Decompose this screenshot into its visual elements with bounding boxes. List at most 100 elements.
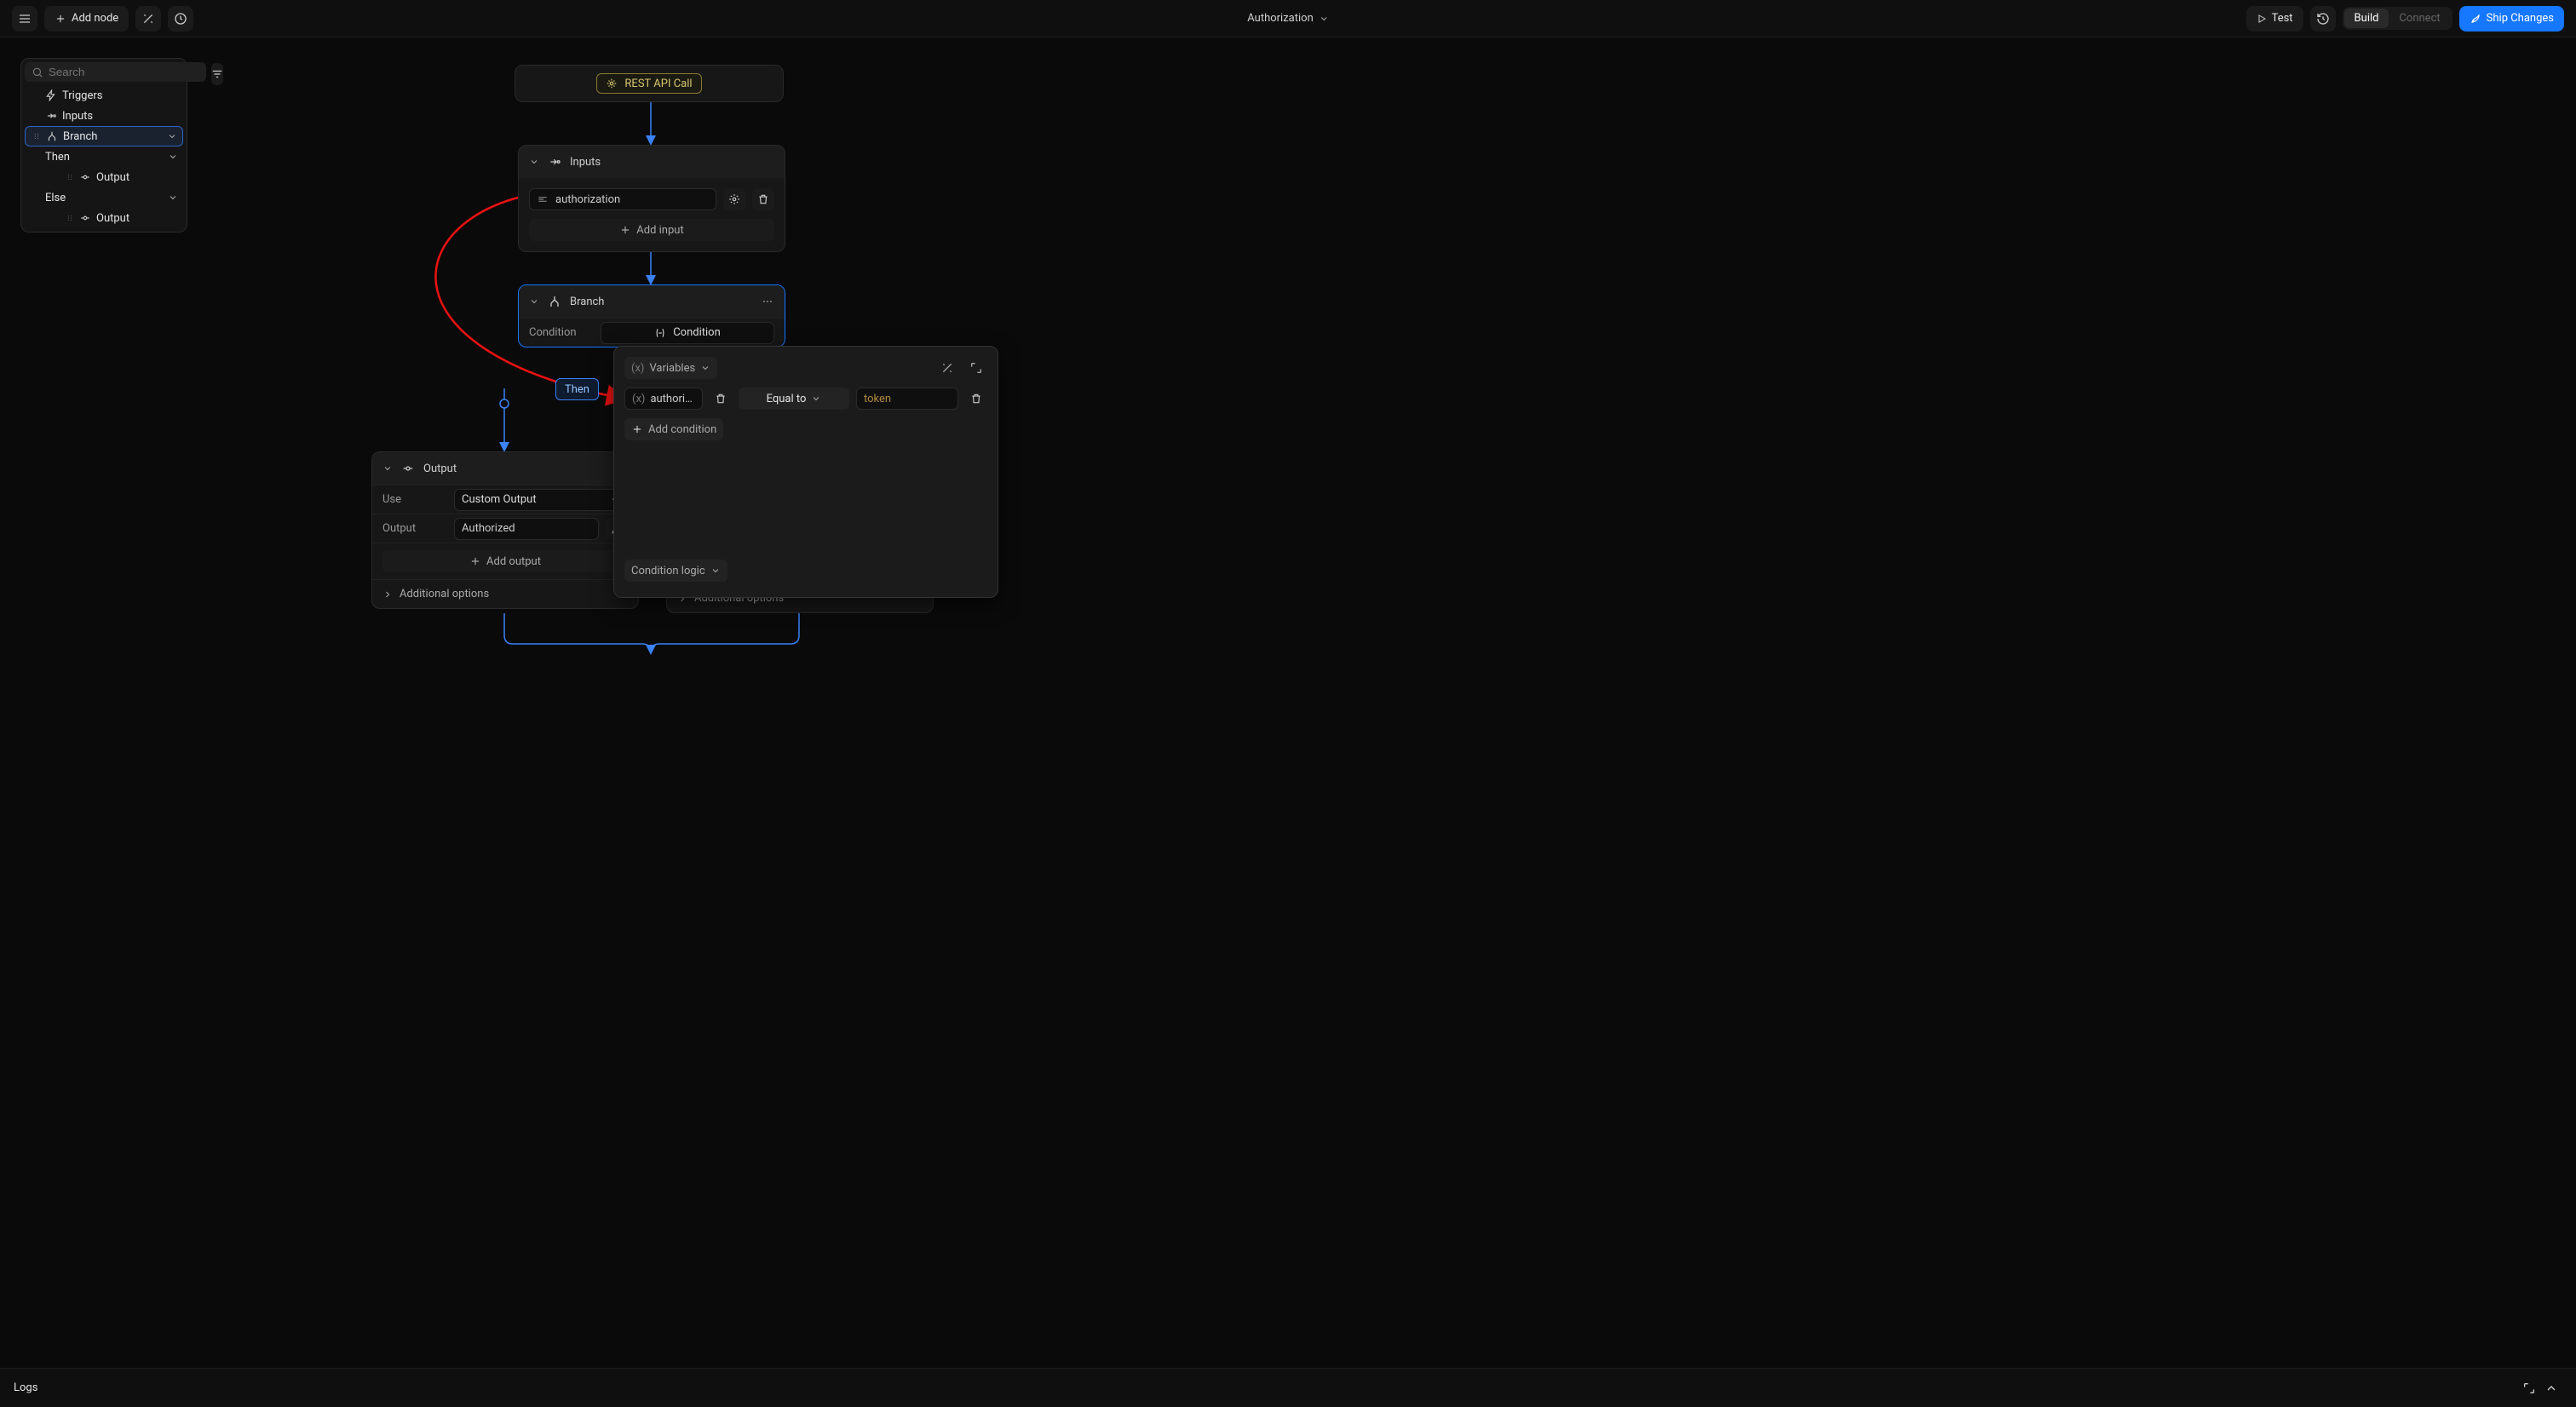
condition-variable-chip[interactable]: (x) authoriz… (624, 388, 703, 410)
output-title: Output (423, 462, 457, 475)
inputs-node[interactable]: Inputs authorization Add input (518, 145, 785, 252)
input-value: authorization (555, 193, 620, 206)
use-select[interactable]: Custom Output (454, 489, 628, 511)
branch-header[interactable]: Branch (519, 285, 785, 318)
trash-icon (757, 193, 769, 205)
additional-options-toggle[interactable]: Additional options (372, 579, 638, 608)
rocket-icon (2470, 13, 2481, 25)
popover-expand-button[interactable] (965, 357, 987, 379)
comment-button[interactable] (168, 6, 193, 32)
ship-changes-button[interactable]: Ship Changes (2459, 6, 2564, 32)
api-icon (606, 78, 618, 89)
additional-label: Additional options (400, 588, 489, 600)
chevron-down-icon (700, 363, 710, 373)
plus-icon (469, 555, 481, 567)
condition-label: Condition (519, 326, 601, 339)
condition-logic-label: Condition logic (631, 565, 705, 577)
operator-label: Equal to (767, 393, 807, 405)
expand-icon (969, 361, 983, 375)
output-value-row: Output Authorized (372, 514, 638, 543)
output-header[interactable]: Output (372, 452, 638, 485)
output-icon (401, 462, 415, 475)
branch-node[interactable]: Branch Condition Condition (518, 284, 785, 347)
output-value: Authorized (462, 522, 515, 535)
add-condition-label: Add condition (648, 423, 716, 436)
add-input-button[interactable]: Add input (529, 219, 774, 241)
play-icon (2257, 14, 2267, 24)
trash-icon (970, 393, 982, 405)
page-title-container[interactable]: Authorization (1247, 12, 1329, 25)
trash-icon (715, 393, 727, 405)
chevron-right-icon (382, 589, 393, 600)
condition-logic-dropdown[interactable]: Condition logic (624, 560, 727, 582)
input-delete-button[interactable] (752, 188, 774, 210)
text-icon (537, 193, 549, 205)
condition-row: Condition Condition (519, 318, 785, 347)
menu-button[interactable] (12, 6, 37, 32)
trigger-pill[interactable]: REST API Call (596, 73, 701, 94)
page-title: Authorization (1247, 12, 1314, 25)
plus-icon (631, 423, 643, 435)
condition-value-field[interactable]: token (856, 388, 958, 410)
then-label: Then (565, 383, 589, 396)
output-node-then[interactable]: Output Use Custom Output Output Authoriz… (371, 451, 639, 609)
test-button[interactable]: Test (2246, 6, 2303, 32)
variables-dropdown[interactable]: (x) Variables (624, 357, 717, 379)
add-node-button[interactable]: Add node (44, 6, 129, 32)
trigger-node[interactable]: REST API Call (515, 65, 784, 102)
add-node-label: Add node (72, 12, 118, 25)
operator-select[interactable]: Equal to (739, 388, 849, 410)
chevron-up-icon (2544, 1381, 2558, 1395)
condition-variable: authoriz… (650, 393, 695, 405)
magic-button[interactable] (135, 6, 161, 32)
input-arrow-icon (548, 155, 561, 169)
logs-panel[interactable]: Logs (0, 1368, 2576, 1407)
more-icon[interactable] (761, 295, 774, 308)
variables-label: Variables (649, 362, 695, 375)
add-output-button[interactable]: Add output (382, 550, 628, 572)
add-output-label: Add output (486, 555, 541, 568)
wand-icon (940, 361, 954, 375)
output-label: Output (372, 522, 454, 535)
condition-row-delete-button[interactable] (965, 388, 987, 410)
branch-icon (548, 295, 561, 308)
chevron-down-icon (529, 157, 539, 167)
logs-chevron-button[interactable] (2540, 1377, 2562, 1399)
input-settings-button[interactable] (723, 188, 745, 210)
use-value: Custom Output (462, 493, 537, 506)
condition-btn-label: Condition (673, 326, 721, 339)
condition-expression-row: (x) authoriz… Equal to token (624, 388, 987, 410)
logs-expand-button[interactable] (2518, 1377, 2540, 1399)
popover-magic-button[interactable] (936, 357, 958, 379)
gear-icon (728, 193, 740, 205)
menu-icon (18, 12, 32, 26)
inputs-header[interactable]: Inputs (519, 146, 785, 178)
condition-button[interactable]: Condition (601, 322, 774, 344)
inputs-title: Inputs (570, 156, 601, 169)
input-field-authorization[interactable]: authorization (529, 188, 716, 210)
chevron-down-icon (382, 463, 393, 474)
condition-value: token (864, 393, 891, 405)
ship-label: Ship Changes (2487, 12, 2554, 25)
add-input-label: Add input (636, 224, 683, 237)
logs-label: Logs (14, 1381, 37, 1394)
flow-canvas[interactable]: REST API Call Inputs authorization (0, 37, 2576, 1368)
variables-prefix: (x) (631, 362, 644, 375)
wand-icon (141, 12, 155, 26)
fx-icon (654, 327, 666, 339)
history-button[interactable] (2310, 6, 2336, 32)
chevron-down-icon (811, 393, 821, 404)
test-label: Test (2272, 12, 2293, 25)
output-value-field[interactable]: Authorized (454, 518, 599, 540)
then-chip[interactable]: Then (555, 378, 599, 400)
plus-icon (55, 13, 66, 25)
comment-icon (174, 12, 187, 26)
condition-var-delete-button[interactable] (710, 388, 732, 410)
add-condition-button[interactable]: Add condition (624, 418, 723, 440)
mode-segment: Build Connect (2343, 7, 2452, 30)
seg-connect[interactable]: Connect (2389, 9, 2450, 28)
use-row: Use Custom Output (372, 485, 638, 514)
edges-layer (0, 37, 2576, 1368)
expand-icon (2522, 1381, 2536, 1395)
seg-build[interactable]: Build (2344, 9, 2389, 28)
